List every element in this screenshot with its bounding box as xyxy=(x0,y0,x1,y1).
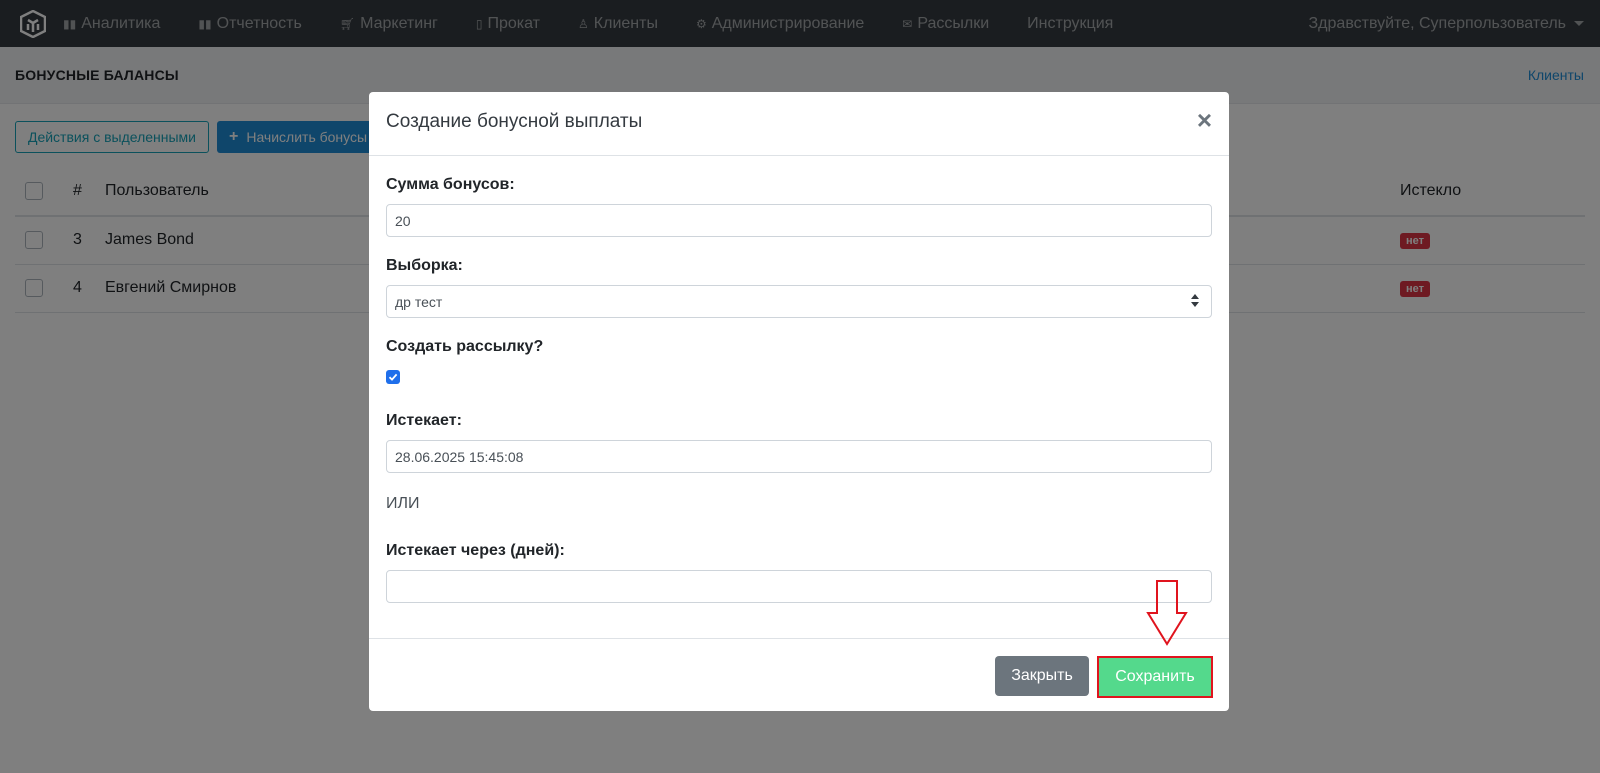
create-mailing-checkbox[interactable] xyxy=(386,370,400,384)
amount-label: Сумма бонусов: xyxy=(386,176,515,193)
expires-value: 28.06.2025 15:45:08 xyxy=(395,448,524,465)
expires-days-input[interactable] xyxy=(386,570,1212,603)
amount-value: 20 xyxy=(395,212,411,229)
expires-days-label: Истекает через (дней): xyxy=(386,542,565,559)
close-icon[interactable]: × xyxy=(1197,107,1212,133)
amount-input[interactable]: 20 xyxy=(386,204,1212,237)
select-arrows-icon xyxy=(1191,294,1199,308)
selection-label: Выборка: xyxy=(386,257,463,274)
modal-header: Создание бонусной выплаты × xyxy=(369,92,1229,156)
expires-label: Истекает: xyxy=(386,412,462,429)
close-button[interactable]: Закрыть xyxy=(995,656,1089,696)
create-bonus-payout-modal: Создание бонусной выплаты × Сумма бонусо… xyxy=(369,92,1229,711)
or-separator: ИЛИ xyxy=(386,495,420,512)
expires-datetime-input[interactable]: 28.06.2025 15:45:08 xyxy=(386,440,1212,473)
modal-title: Создание бонусной выплаты xyxy=(386,111,643,132)
selection-value: др тест xyxy=(395,293,443,310)
down-arrow-annotation-icon xyxy=(1146,580,1188,646)
save-button[interactable]: Сохранить xyxy=(1097,656,1213,698)
create-mailing-label: Создать рассылку? xyxy=(386,338,544,355)
checkmark-icon xyxy=(388,373,398,381)
selection-select[interactable]: др тест xyxy=(386,285,1212,318)
modal-footer: Закрыть Сохранить xyxy=(369,638,1229,711)
